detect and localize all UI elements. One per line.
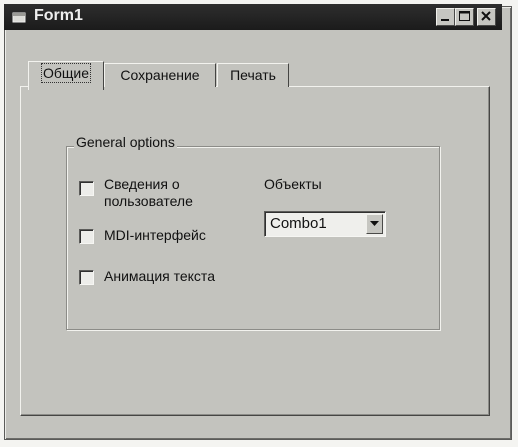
objects-label: Объекты <box>264 176 322 192</box>
maximize-icon <box>459 11 470 21</box>
maximize-button[interactable] <box>455 8 474 26</box>
minimize-icon <box>441 19 449 21</box>
text-animation-checkbox[interactable] <box>79 270 94 285</box>
user-info-label[interactable]: Сведения о пользователе <box>104 176 193 210</box>
user-info-checkbox[interactable] <box>79 181 94 196</box>
tab-saving[interactable]: Сохранение <box>104 63 216 87</box>
tab-general-label: Общие <box>40 63 92 83</box>
text-animation-label[interactable]: Анимация текста <box>104 268 215 285</box>
mdi-interface-label[interactable]: MDI-интерфейс <box>104 227 206 244</box>
user-info-label-line1: Сведения о <box>104 176 180 192</box>
group-title: General options <box>74 134 177 150</box>
tab-print[interactable]: Печать <box>217 63 289 87</box>
user-info-label-line2: пользователе <box>104 193 193 209</box>
chevron-down-icon <box>370 221 379 226</box>
objects-combo[interactable]: Combo1 <box>264 211 386 237</box>
combo-dropdown-button[interactable] <box>366 214 383 234</box>
tab-saving-label: Сохранение <box>120 67 200 83</box>
minimize-button[interactable] <box>436 8 455 26</box>
title-bar[interactable]: Form1 <box>4 4 502 30</box>
window-title: Form1 <box>34 7 83 24</box>
tab-print-label: Печать <box>230 67 276 83</box>
tab-general[interactable]: Общие <box>28 61 104 90</box>
combo-value: Combo1 <box>270 215 327 232</box>
mdi-interface-checkbox[interactable] <box>79 229 94 244</box>
close-button[interactable] <box>477 8 496 26</box>
form-icon <box>12 12 26 23</box>
close-icon <box>481 11 491 21</box>
